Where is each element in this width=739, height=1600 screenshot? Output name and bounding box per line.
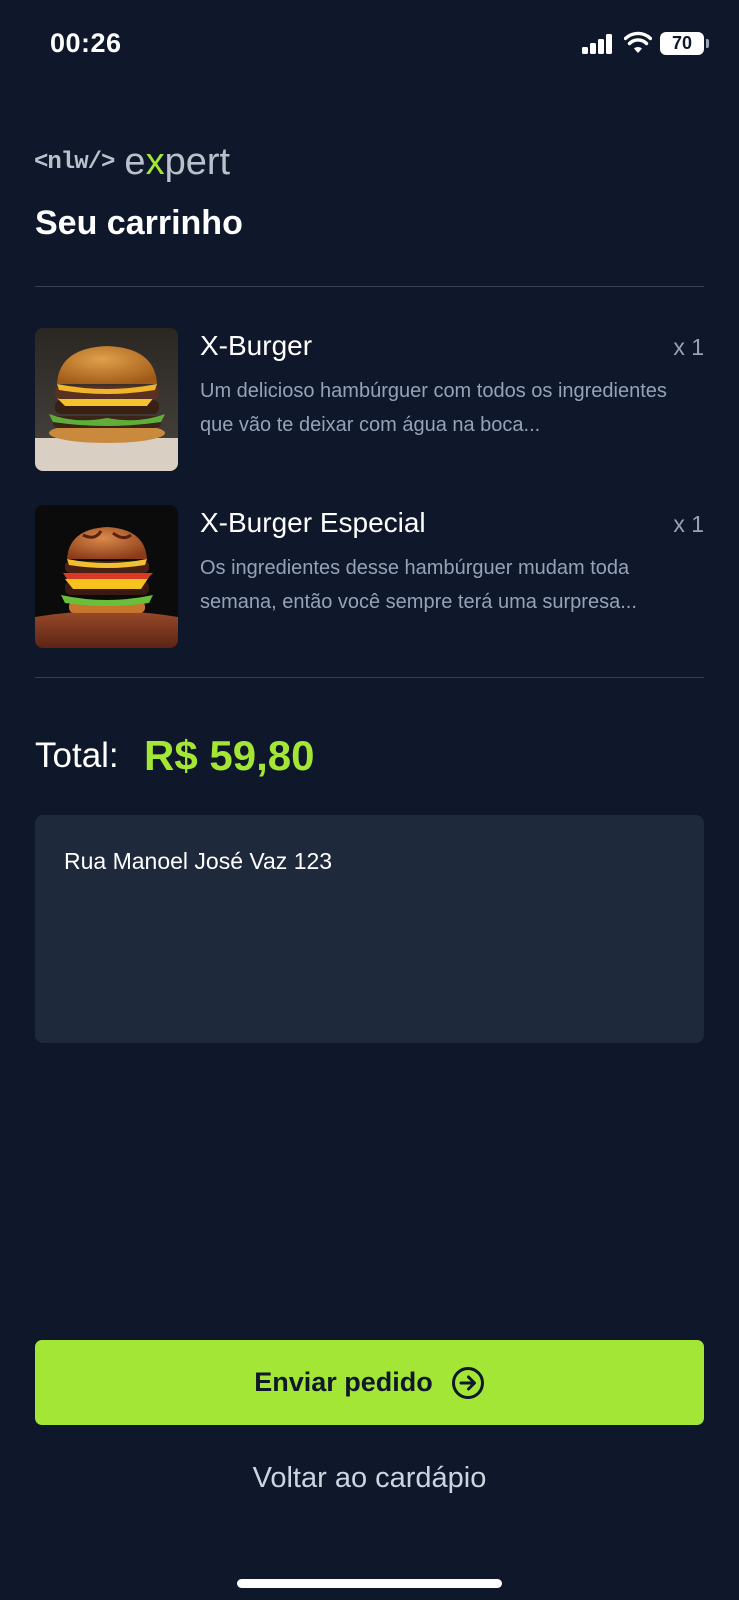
arrow-right-circle-icon [451, 1366, 484, 1399]
item-quantity: x 1 [673, 334, 704, 360]
cart-item[interactable]: X-Burger x 1 Um delicioso hambúrguer com… [35, 328, 704, 473]
logo-expert-start: e [124, 140, 146, 183]
battery-icon: 70 [660, 32, 709, 55]
top-divider [35, 286, 704, 287]
burger-image [35, 328, 178, 471]
send-order-button[interactable]: Enviar pedido [35, 1340, 704, 1425]
app-logo: <nlw/> expert [34, 140, 230, 184]
item-quantity: x 1 [673, 511, 704, 537]
logo-expert-x: x [145, 140, 165, 183]
address-input[interactable]: Rua Manoel José Vaz 123 [35, 815, 704, 1043]
status-time: 00:26 [50, 28, 122, 58]
total-value: R$ 59,80 [144, 732, 315, 779]
page-title: Seu carrinho [35, 204, 243, 242]
status-bar: 00:26 70 [0, 0, 739, 90]
cellular-signal-icon [582, 34, 614, 54]
logo-expert-text: expert [124, 141, 230, 184]
wifi-icon [624, 31, 652, 53]
home-indicator [237, 1579, 502, 1588]
burger-image [35, 505, 178, 648]
item-description: Os ingredientes desse hambúrguer mudam t… [200, 557, 637, 613]
total-label: Total: [35, 736, 119, 775]
logo-expert-end: pert [164, 140, 231, 183]
item-description: Um delicioso hambúrguer com todos os ing… [200, 380, 667, 436]
bottom-divider [35, 677, 704, 678]
item-name: X-Burger Especial [200, 507, 426, 538]
send-order-label: Enviar pedido [254, 1367, 433, 1397]
item-name: X-Burger [200, 330, 313, 361]
logo-nlw-text: <nlw/> [34, 148, 115, 176]
cart-item[interactable]: X-Burger Especial x 1 Os ingredientes de… [35, 505, 704, 650]
back-to-menu-link[interactable]: Voltar ao cardápio [0, 1462, 739, 1495]
